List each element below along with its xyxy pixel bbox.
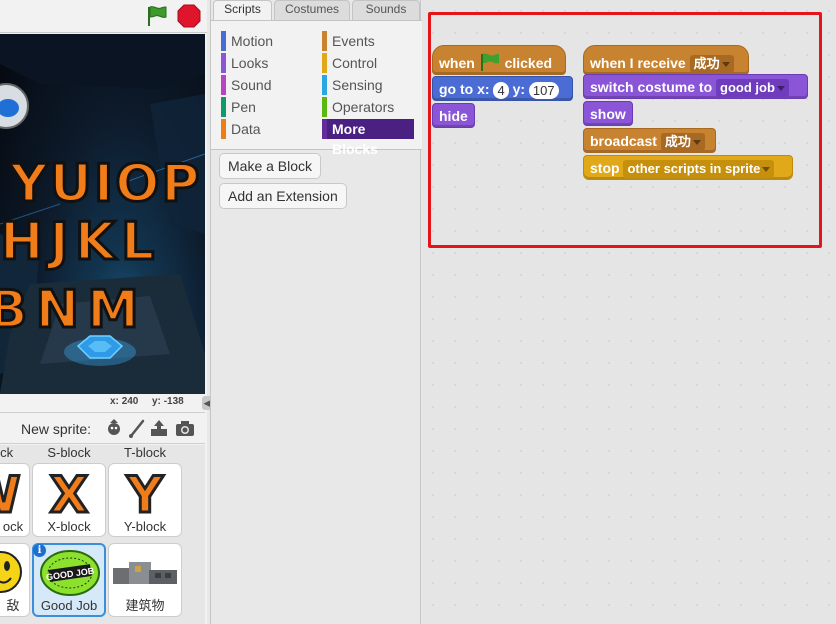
category-operators[interactable]: Operators [322, 97, 414, 117]
stop-option-dropdown[interactable]: other scripts in sprite [623, 160, 775, 179]
tab-scripts[interactable]: Scripts [213, 0, 272, 21]
category-sound[interactable]: Sound [221, 75, 311, 95]
category-swatch [221, 119, 226, 139]
when-flag-clicked-block[interactable]: when clicked [432, 45, 566, 75]
good-job-badge-icon: GOOD JOB [40, 550, 100, 596]
broadcast-message-dropdown[interactable]: 成功 [660, 133, 705, 152]
when-i-receive-block[interactable]: when I receive 成功 [583, 45, 749, 75]
stop-icon[interactable] [177, 4, 201, 28]
tab-sounds[interactable]: Sounds [352, 0, 420, 20]
sprite-thumbnail-selected[interactable]: i GOOD JOB Good Job [32, 543, 106, 617]
hide-block[interactable]: hide [432, 103, 475, 128]
category-swatch [322, 119, 327, 139]
category-swatch [322, 75, 327, 95]
editor-tabs: Scripts Costumes Sounds [211, 0, 422, 21]
message-dropdown[interactable]: 成功 [689, 55, 734, 74]
stop-block[interactable]: stop other scripts in sprite [583, 155, 793, 180]
sprite-list: ock S-block T-block W ock X X-block Y Y-… [0, 445, 205, 624]
category-swatch [322, 31, 327, 51]
paint-brush-icon[interactable] [127, 418, 147, 438]
sprite-thumbnail[interactable]: X X-block [32, 463, 106, 537]
new-sprite-label: New sprite: [21, 421, 92, 437]
stage-toolbar [0, 0, 207, 33]
upload-sprite-icon[interactable] [149, 418, 169, 438]
stage-canvas[interactable]: YUIOP HJKL BNM [0, 34, 205, 394]
camera-icon[interactable] [175, 418, 195, 438]
keyboard-row-1: YUIOP [9, 153, 202, 216]
sprite-thumbnail[interactable]: Y Y-block [108, 463, 182, 537]
category-swatch [221, 75, 226, 95]
mouse-x: x: 240 [110, 396, 139, 407]
category-more-blocks[interactable]: More Blocks [322, 119, 414, 157]
new-sprite-bar: New sprite: [0, 412, 205, 444]
x-input[interactable]: 4 [493, 81, 509, 99]
mouse-coordinates: x: 240 y: -138 [0, 394, 205, 410]
keyboard-row-3: BNM [0, 279, 147, 342]
category-swatch [221, 53, 226, 73]
costume-dropdown[interactable]: good job [716, 79, 789, 98]
y-input[interactable]: 107 [528, 81, 559, 99]
sprite-thumbnail[interactable]: W ock [0, 463, 30, 537]
green-flag-icon [480, 53, 499, 71]
keyboard-row-2: HJKL [0, 211, 161, 274]
sprite-caption: ock [2, 519, 24, 534]
category-swatch [221, 97, 226, 117]
category-list: Motion Looks Sound Pen Data Events Contr… [211, 20, 422, 157]
block-palette: Scripts Costumes Sounds Motion Looks Sou… [210, 0, 422, 624]
sprite-thumbnail[interactable]: 建筑物 [108, 543, 182, 617]
add-extension-button[interactable]: Add an Extension [219, 183, 347, 209]
category-swatch [322, 53, 327, 73]
sprite-caption: 建筑物 [125, 598, 165, 613]
sprite-label: S-block [47, 445, 91, 460]
sprite-glyph: W [0, 465, 29, 526]
sprite-caption: X-block [47, 519, 91, 534]
category-looks[interactable]: Looks [221, 53, 311, 73]
sprite-caption: Good Job [40, 598, 98, 613]
sprite-caption: 敌 [6, 598, 20, 613]
sprite-glyph: Y [125, 465, 164, 526]
category-swatch [221, 31, 226, 51]
go-to-xy-block[interactable]: go to x: 4 y: 107 [432, 76, 573, 101]
category-data[interactable]: Data [221, 119, 311, 139]
mouse-y: y: -138 [152, 396, 184, 407]
make-a-block-button[interactable]: Make a Block [219, 153, 322, 179]
broadcast-block[interactable]: broadcast 成功 [583, 128, 716, 153]
category-control[interactable]: Control [322, 53, 414, 73]
choose-sprite-from-library-icon[interactable] [104, 418, 124, 438]
sprite-label: T-block [124, 445, 166, 460]
category-pen[interactable]: Pen [221, 97, 311, 117]
category-swatch [322, 97, 327, 117]
category-motion[interactable]: Motion [221, 31, 311, 51]
building-icon [113, 562, 177, 584]
stage-column: YUIOP HJKL BNM x: 240 y: -138 ◀ New spri… [0, 0, 212, 624]
tab-costumes[interactable]: Costumes [274, 0, 350, 20]
sprite-glyph: X [48, 465, 90, 526]
green-flag-icon[interactable] [144, 4, 170, 28]
sprite-caption: Y-block [123, 519, 167, 534]
show-block[interactable]: show [583, 101, 633, 126]
sprite-thumbnail[interactable]: 敌 [0, 543, 30, 617]
category-events[interactable]: Events [322, 31, 414, 51]
switch-costume-block[interactable]: switch costume to good job [583, 74, 808, 99]
category-sensing[interactable]: Sensing [322, 75, 414, 95]
